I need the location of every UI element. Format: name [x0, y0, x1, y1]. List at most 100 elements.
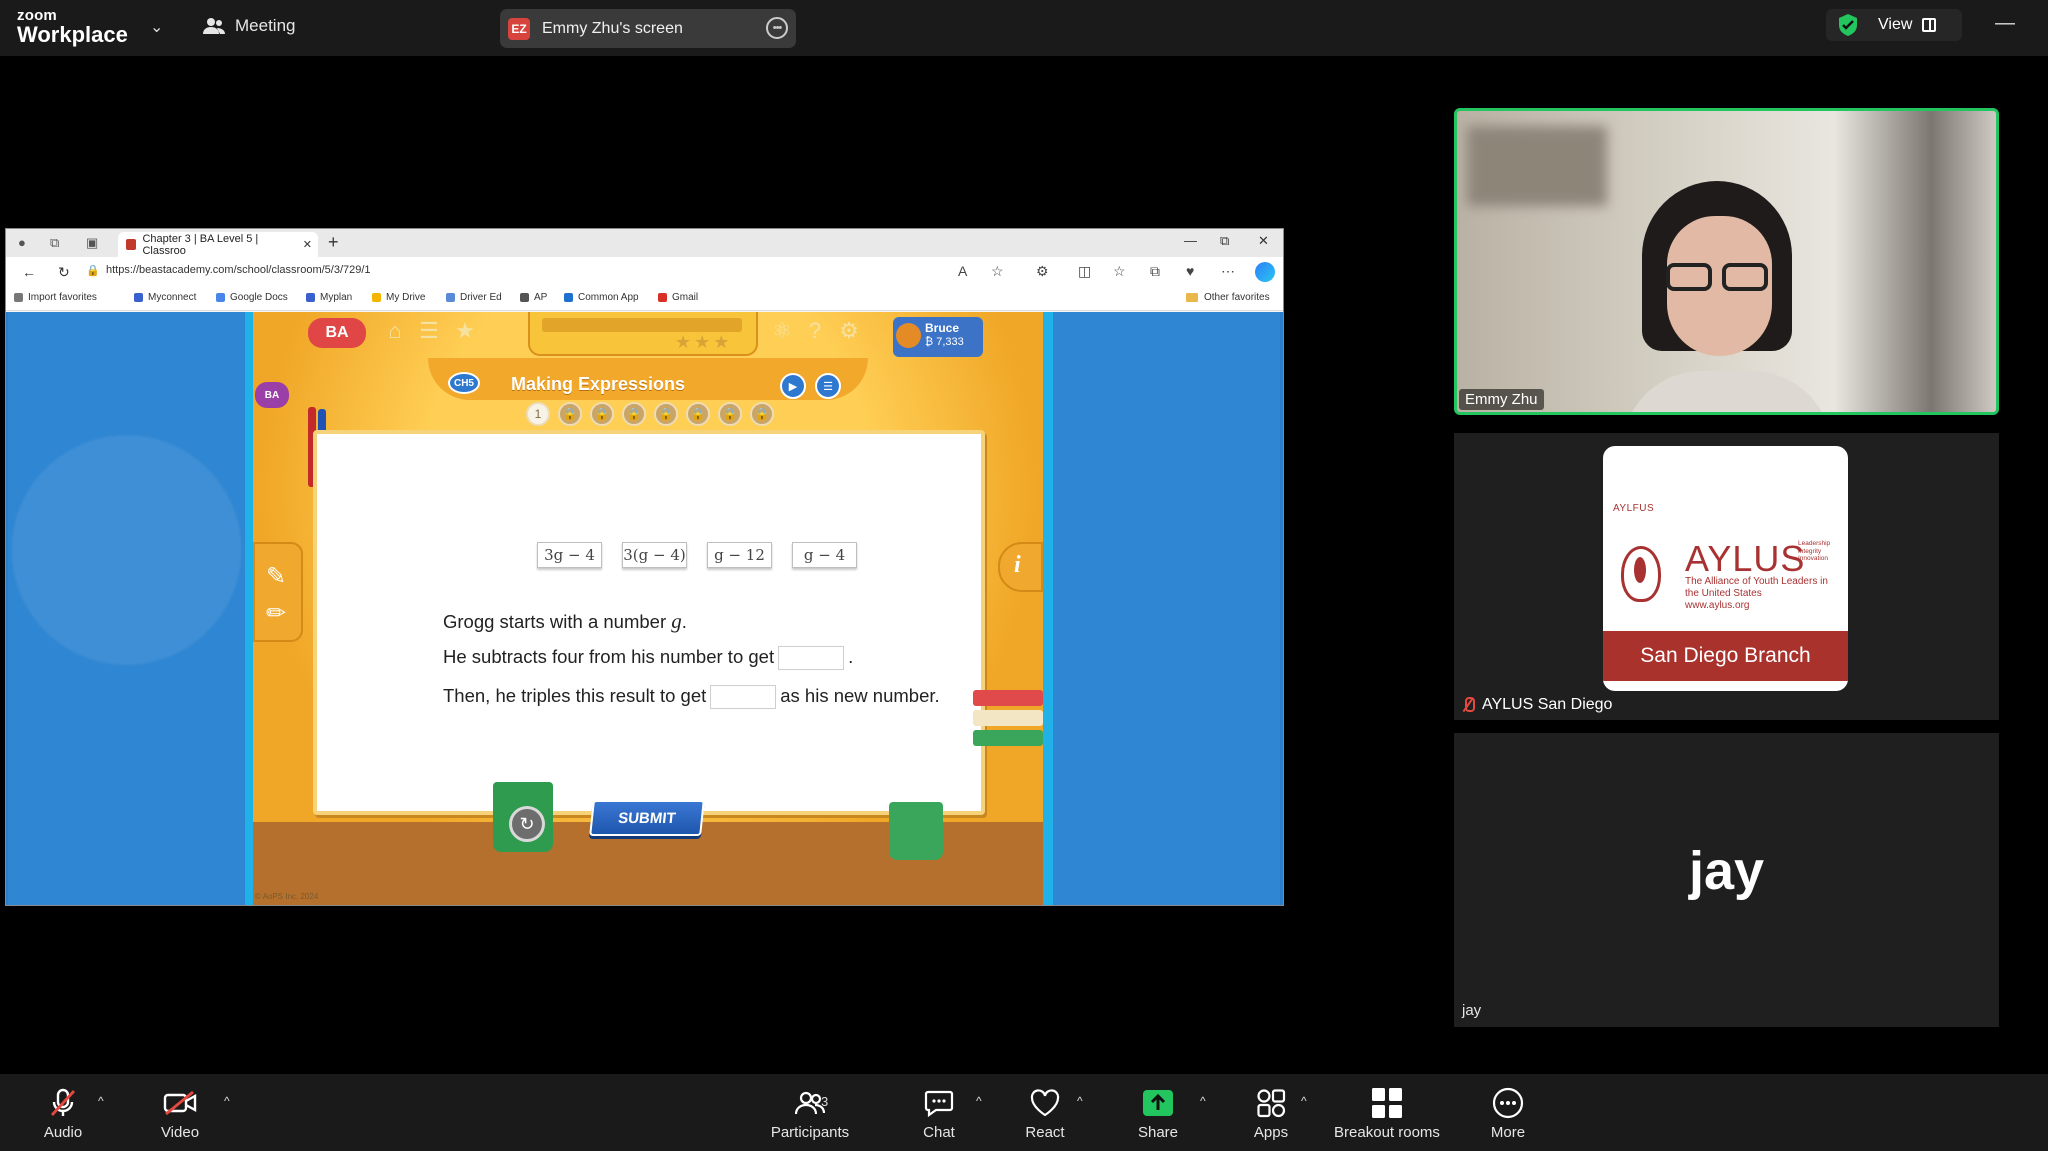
choice-tile[interactable]: 3g − 4 [537, 542, 602, 568]
minimize-icon[interactable]: — [1995, 12, 2015, 35]
problem-line-2: He subtracts four from his number to get… [443, 646, 853, 671]
meeting-button[interactable]: Meeting [203, 16, 295, 36]
choice-tile[interactable]: g − 12 [707, 542, 772, 568]
refresh-icon[interactable]: ↻ [58, 264, 70, 281]
apps-options-caret[interactable]: ^ [1301, 1094, 1307, 1108]
participants-button[interactable]: Participants [755, 1088, 865, 1141]
play-video-icon[interactable]: ▶ [780, 373, 806, 399]
books-decoration [973, 690, 1043, 770]
ba-logo-button[interactable]: BA [308, 318, 366, 348]
tab-actions-icon[interactable]: ▣ [86, 235, 98, 251]
audio-button[interactable]: Audio [18, 1088, 108, 1141]
fav-item[interactable]: Import favorites [14, 292, 97, 303]
video-options-caret[interactable]: ^ [224, 1094, 230, 1108]
address-bar-row: ← ↻ 🔒 https://beastacademy.com/school/cl… [6, 257, 1283, 287]
video-tile-emmy[interactable]: Emmy Zhu [1454, 108, 1999, 415]
fav-item[interactable]: Google Docs [216, 292, 288, 303]
back-icon[interactable]: ← [22, 264, 36, 280]
participant-name: jay [1462, 1002, 1482, 1019]
more-button[interactable]: More [1463, 1087, 1553, 1141]
sharer-initials-badge: EZ [508, 17, 530, 40]
fav-item[interactable]: AP [520, 292, 547, 303]
progress-meter: ★★★ [528, 312, 758, 356]
close-tab-icon[interactable]: ✕ [303, 238, 312, 251]
copilot-icon[interactable] [1255, 262, 1275, 282]
workspaces-icon[interactable]: ⧉ [50, 235, 59, 251]
info-button[interactable]: i [998, 542, 1043, 592]
browser-tab-bar: ● ⧉ ▣ Chapter 3 | BA Level 5 | Classroo … [6, 229, 1283, 257]
zoom-logo[interactable]: zoom Workplace [17, 8, 128, 46]
fav-item[interactable]: Gmail [658, 292, 698, 303]
home-icon[interactable]: ⌂ [381, 318, 409, 346]
view-label: View [1878, 16, 1913, 33]
screen-share-indicator[interactable]: EZ Emmy Zhu's screen ••• [500, 9, 796, 48]
video-button[interactable]: Video [135, 1088, 225, 1141]
video-tile-aylus[interactable]: AYLFUS AYLUS Leadership Integrity Innova… [1454, 433, 1999, 720]
chat-options-caret[interactable]: ^ [976, 1094, 982, 1108]
new-tab-icon[interactable]: + [328, 232, 339, 253]
problem-card: 3g − 4 3(g − 4) g − 12 g − 4 Grogg start… [313, 430, 985, 815]
reset-icon[interactable]: ↻ [509, 806, 545, 842]
variable-g: g [671, 609, 682, 633]
favorites-icon[interactable]: ☆ [1113, 263, 1126, 280]
fav-item[interactable]: Myplan [306, 292, 352, 303]
share-button[interactable]: Share [1113, 1088, 1203, 1141]
breakout-rooms-button[interactable]: Breakout rooms [1322, 1088, 1452, 1141]
settings-more-icon[interactable]: ⋯ [1221, 263, 1235, 280]
choice-tile[interactable]: g − 4 [792, 542, 857, 568]
split-screen-icon[interactable]: ◫ [1078, 263, 1091, 280]
fav-item[interactable]: My Drive [372, 292, 425, 303]
chapter-chip[interactable]: CH5 [448, 372, 480, 394]
folder-icon [1186, 293, 1198, 302]
browser-essentials-icon[interactable]: ♥ [1186, 263, 1194, 279]
game-area: BA ⌂ ☰ ★ ★★★ ⚛ ? ⚙ Bruce ₿ 7,333 CH5 Mak… [253, 312, 1043, 905]
problem-line-1: Grogg starts with a number g. [443, 609, 687, 633]
user-points: ₿ 7,333 [925, 336, 964, 348]
profile-icon[interactable]: ● [18, 235, 26, 250]
view-button[interactable]: View [1826, 9, 1962, 41]
fav-item[interactable]: Driver Ed [446, 292, 502, 303]
fav-item[interactable]: Common App [564, 292, 639, 303]
window-minimize-icon[interactable]: — [1184, 233, 1197, 248]
choice-tile[interactable]: 3(g − 4) [622, 542, 687, 568]
chat-button[interactable]: Chat [894, 1088, 984, 1141]
reading-icon[interactable]: ☰ [815, 373, 841, 399]
settings-icon[interactable]: ⚙ [835, 318, 863, 346]
help-icon[interactable]: ? [801, 318, 829, 346]
award-icon[interactable]: ⚛ [768, 318, 796, 346]
chevron-down-icon[interactable]: ⌄ [150, 17, 163, 37]
url-field[interactable]: https://beastacademy.com/school/classroo… [106, 264, 371, 276]
step-locked: 🔒 [622, 402, 646, 426]
favorite-star-icon[interactable]: ☆ [991, 263, 1004, 280]
video-tile-jay[interactable]: jay jay [1454, 733, 1999, 1027]
collections-icon[interactable]: ⧉ [1150, 263, 1160, 280]
audio-options-caret[interactable]: ^ [98, 1094, 104, 1108]
share-options-caret[interactable]: ^ [1200, 1094, 1206, 1108]
extensions-icon[interactable]: ⚙ [1036, 263, 1049, 280]
book-icon[interactable]: ☰ [415, 318, 443, 346]
more-icon [1492, 1087, 1524, 1119]
participants-icon [203, 18, 225, 34]
window-restore-icon[interactable]: ⧉ [1220, 233, 1229, 249]
fav-item[interactable]: Myconnect [134, 292, 196, 303]
heart-icon [1030, 1089, 1060, 1117]
submit-button[interactable]: SUBMIT [589, 800, 705, 836]
react-options-caret[interactable]: ^ [1077, 1094, 1083, 1108]
user-badge[interactable]: Bruce ₿ 7,333 [893, 317, 983, 357]
read-aloud-icon[interactable]: A [958, 263, 967, 279]
other-favorites[interactable]: Other favorites [1186, 292, 1270, 303]
lock-icon: 🔒 [86, 265, 100, 277]
answer-drop-slot-1[interactable] [778, 646, 845, 671]
monster-icon[interactable]: ★ [451, 318, 479, 346]
browser-tab[interactable]: Chapter 3 | BA Level 5 | Classroo ✕ [118, 232, 318, 257]
ba-side-tag[interactable]: BA [255, 382, 289, 408]
eraser-tool-icon[interactable]: ✏ [266, 599, 286, 628]
pencil-tool-icon[interactable]: ✎ [266, 562, 286, 591]
step-1[interactable]: 1 [526, 402, 550, 426]
more-options-icon[interactable]: ••• [766, 17, 788, 39]
tools-panel: ✎ ✏ [253, 542, 303, 642]
window-close-icon[interactable]: ✕ [1258, 233, 1269, 249]
meeting-controls: Audio ^ Video ^ Participants 3 Chat ^ Re… [0, 1074, 2048, 1151]
answer-drop-slot-2[interactable] [710, 685, 777, 710]
lesson-title: Making Expressions [511, 374, 686, 394]
